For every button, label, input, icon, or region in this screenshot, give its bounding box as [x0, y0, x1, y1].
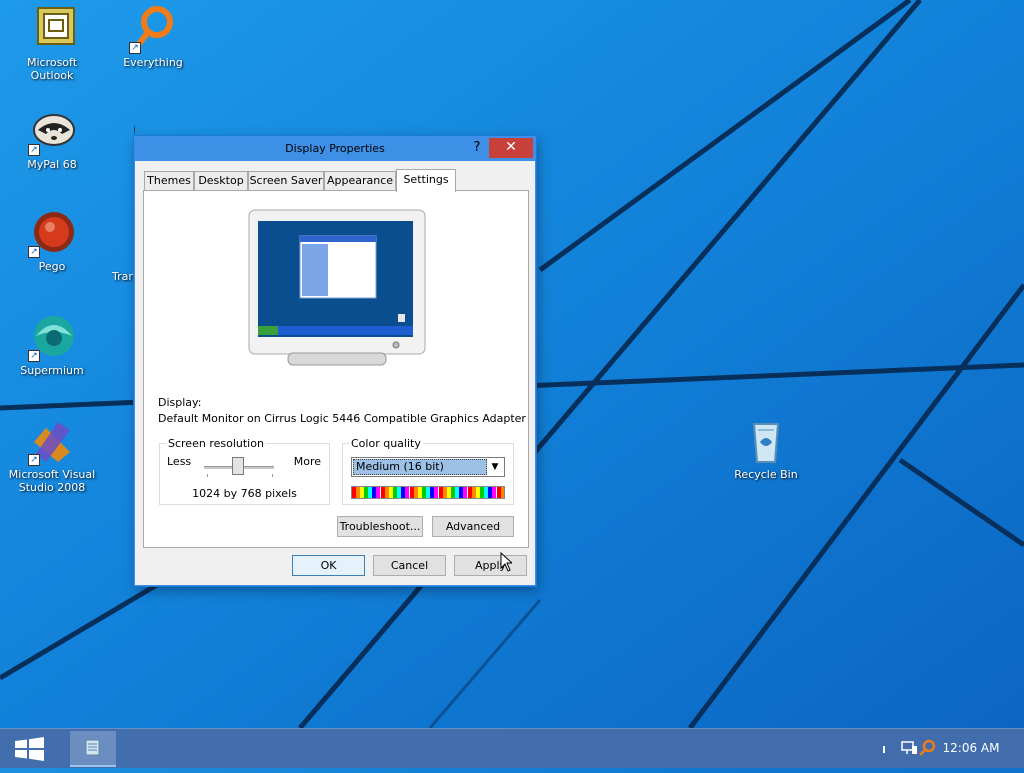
color-quality-selected: Medium (16 bit) — [353, 459, 487, 475]
shortcut-arrow-icon: ↗ — [28, 246, 40, 258]
close-button[interactable]: ✕ — [489, 138, 533, 158]
desktop-icon-label: Pego — [38, 260, 66, 273]
resolution-value: 1024 by 768 pixels — [192, 487, 297, 500]
resolution-more-label: More — [293, 455, 321, 468]
ok-button[interactable]: OK — [292, 555, 365, 576]
desktop-icon-microsoft-outlook[interactable]: Microsoft Outlook — [4, 6, 100, 82]
help-button[interactable]: ? — [469, 139, 485, 157]
desktop-icon-visual-studio-2008[interactable]: ↗ Microsoft Visual Studio 2008 — [4, 418, 100, 494]
desktop-icon-tran-partial[interactable]: Tran — [112, 270, 136, 283]
color-quality-dropdown[interactable]: Medium (16 bit) ▼ — [351, 457, 505, 477]
apply-button[interactable]: Apply — [454, 555, 527, 576]
screen-resolution-legend: Screen resolution — [166, 437, 266, 450]
tab-appearance[interactable]: Appearance — [324, 171, 396, 191]
desktop-icon-label: Supermium — [20, 364, 84, 377]
color-quality-legend: Color quality — [349, 437, 423, 450]
taskbar-app-button[interactable] — [70, 731, 116, 767]
desktop-icon-recycle-bin[interactable]: Recycle Bin — [718, 418, 814, 481]
display-adapter-name: Default Monitor on Cirrus Logic 5446 Com… — [158, 412, 526, 425]
dialog-titlebar[interactable]: Display Properties ? ✕ — [135, 137, 535, 161]
desktop-icon-label: MyPal 68 — [27, 158, 77, 171]
resolution-less-label: Less — [167, 455, 192, 468]
dropdown-arrow-icon[interactable]: ▼ — [489, 460, 501, 474]
desktop-icon-mypal-partial[interactable] — [105, 108, 135, 156]
desktop-icon-label: Microsoft Outlook — [26, 56, 78, 82]
desktop-icon-label: Microsoft Visual Studio 2008 — [8, 468, 96, 494]
mouse-cursor-icon — [500, 552, 512, 572]
screen-resolution-group: Screen resolution Less More 1024 by 768 … — [159, 437, 330, 505]
troubleshoot-button[interactable]: Troubleshoot... — [337, 516, 423, 537]
desktop-icon-everything[interactable]: ↗ Everything — [105, 6, 201, 69]
color-spectrum-preview — [351, 486, 505, 499]
start-button[interactable] — [0, 729, 58, 769]
desktop-icon-label: Tran — [112, 270, 136, 283]
advanced-button[interactable]: Advanced — [432, 516, 514, 537]
display-properties-dialog: Display Properties ? ✕ Themes Desktop Sc… — [134, 136, 536, 586]
visual-studio-icon: ↗ — [28, 418, 76, 466]
desktop-icon-pego[interactable]: ↗ Pego — [4, 210, 100, 273]
color-quality-group: Color quality Medium (16 bit) ▼ — [342, 437, 514, 505]
display-label: Display: — [158, 396, 202, 409]
tab-settings[interactable]: Settings — [396, 169, 456, 192]
mypal-raccoon-icon: ↗ — [28, 108, 76, 156]
tab-screen-saver[interactable]: Screen Saver — [248, 171, 324, 191]
monitor-preview-icon — [248, 209, 426, 366]
shortcut-arrow-icon: ↗ — [28, 454, 40, 466]
outlook-icon — [28, 6, 76, 54]
network-icon[interactable] — [900, 739, 918, 757]
resolution-slider-thumb[interactable] — [232, 457, 244, 475]
desktop-icon-supermium[interactable]: ↗ Supermium — [4, 314, 100, 377]
notepad-icon — [85, 739, 100, 756]
settings-panel: Display: Default Monitor on Cirrus Logic… — [143, 190, 529, 548]
desktop-icon-label: Recycle Bin — [734, 468, 798, 481]
supermium-icon: ↗ — [28, 314, 76, 362]
desktop-icon-mypal-68[interactable]: ↗ MyPal 68 — [4, 108, 100, 171]
taskbar-clock[interactable]: 12:06 AM — [936, 741, 1006, 755]
shortcut-arrow-icon: ↗ — [129, 42, 141, 54]
pego-icon: ↗ — [28, 210, 76, 258]
cancel-button[interactable]: Cancel — [373, 555, 446, 576]
windows-logo-icon — [15, 737, 44, 761]
shortcut-arrow-icon: ↗ — [28, 350, 40, 362]
desktop-icon-label: Everything — [123, 56, 183, 69]
tab-themes[interactable]: Themes — [144, 171, 194, 191]
everything-search-tray-icon[interactable] — [918, 739, 936, 757]
tray-indicator-icon[interactable] — [880, 739, 888, 757]
shortcut-arrow-icon: ↗ — [28, 144, 40, 156]
recycle-bin-icon — [742, 418, 790, 466]
everything-icon: ↗ — [129, 6, 177, 54]
taskbar: 12:06 AM — [0, 728, 1024, 768]
tab-desktop[interactable]: Desktop — [194, 171, 248, 191]
